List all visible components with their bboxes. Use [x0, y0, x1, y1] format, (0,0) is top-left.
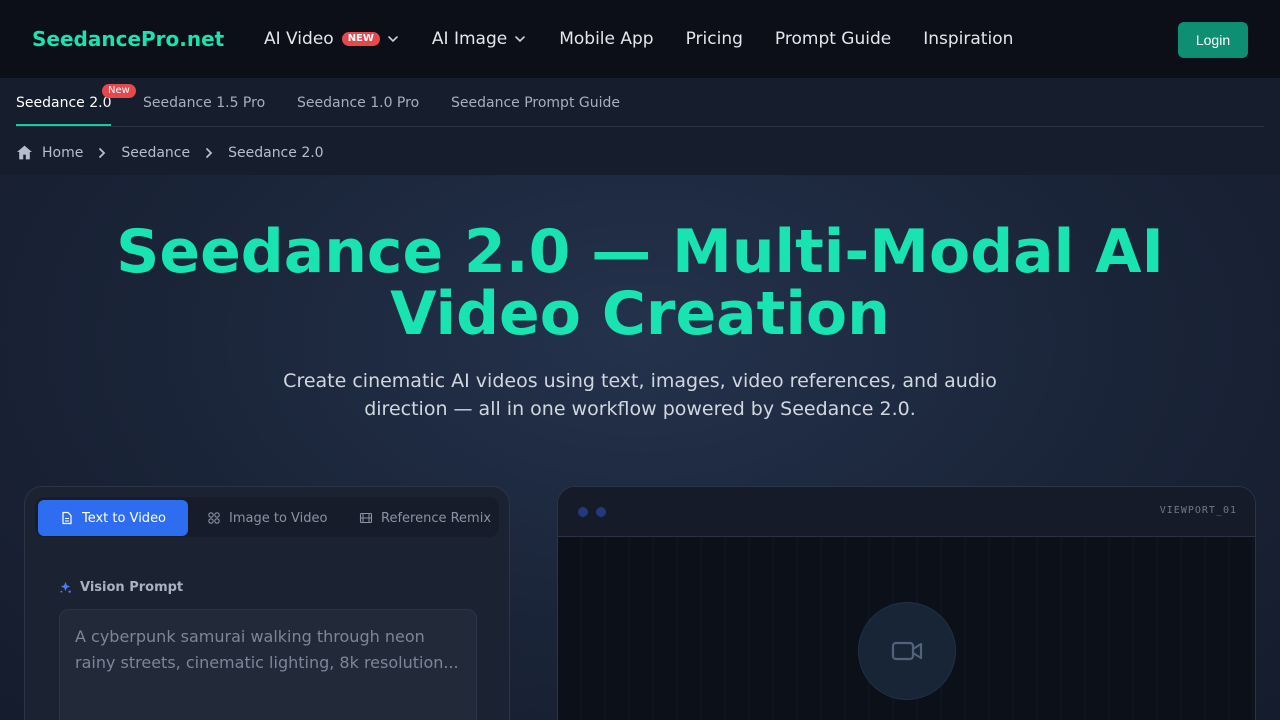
nav-item-ai-image[interactable]: AI Image: [432, 28, 527, 50]
new-badge: New: [102, 84, 136, 98]
model-tabs: Seedance 2.0 New Seedance 1.5 Pro Seedan…: [16, 78, 1264, 127]
video-preview-area: [558, 538, 1255, 720]
window-dot: [578, 507, 588, 517]
breadcrumb-seedance[interactable]: Seedance: [121, 145, 190, 161]
breadcrumb-home[interactable]: Home: [42, 145, 83, 161]
nav-item-label: Mobile App: [559, 29, 654, 49]
nav-item-prompt-guide[interactable]: Prompt Guide: [775, 28, 891, 50]
prompt-label-text: Vision Prompt: [80, 580, 184, 595]
main-nav: AI Video NEW AI Image Mobile App Pricing…: [264, 28, 1045, 50]
tab-seedance-1-5-pro[interactable]: Seedance 1.5 Pro: [143, 95, 265, 111]
nav-item-ai-video[interactable]: AI Video NEW: [264, 28, 400, 50]
brand-logo[interactable]: SeedancePro.net: [32, 27, 224, 51]
nav-item-label: Prompt Guide: [774, 29, 892, 49]
document-icon: [62, 511, 72, 525]
sparkle-icon: [60, 581, 71, 593]
viewport-label: VIEWPORT_01: [1159, 505, 1237, 516]
tab-label: Text to Video: [81, 510, 167, 526]
film-icon: [359, 512, 373, 524]
breadcrumb-current: Seedance 2.0: [228, 144, 324, 161]
login-button[interactable]: Login: [1178, 22, 1248, 58]
nav-item-label: Pricing: [685, 29, 743, 49]
nav-item-label: AI Image: [431, 29, 508, 49]
breadcrumb: Home Seedance Seedance 2.0: [16, 144, 324, 161]
grid-icon: [208, 512, 220, 524]
top-navbar: SeedancePro.net AI Video NEW AI Image Mo…: [0, 0, 1280, 78]
tab-image-to-video[interactable]: Image to Video: [207, 500, 327, 536]
hero-section: Seedance 2.0 — Multi-Modal AI Video Crea…: [0, 175, 1280, 720]
tab-label: Reference Remix: [381, 510, 492, 526]
page-subtitle: Create cinematic AI videos using text, i…: [283, 370, 997, 420]
new-badge: NEW: [341, 32, 380, 46]
nav-item-pricing[interactable]: Pricing: [686, 28, 743, 50]
viewport-panel: VIEWPORT_01: [557, 486, 1256, 720]
nav-item-mobile-app[interactable]: Mobile App: [559, 28, 653, 50]
window-dot: [596, 507, 606, 517]
chevron-right-icon: [206, 147, 213, 158]
tab-seedance-prompt-guide[interactable]: Seedance Prompt Guide: [451, 95, 620, 111]
chevron-right-icon: [99, 147, 106, 158]
nav-item-label: AI Video: [264, 29, 334, 49]
page-title: Seedance 2.0 — Multi-Modal AI Video Crea…: [116, 217, 1164, 349]
video-placeholder: [858, 602, 956, 700]
prompt-label: Vision Prompt: [59, 580, 183, 595]
active-tab-underline: [16, 124, 111, 126]
video-camera-icon: [891, 641, 923, 661]
tab-seedance-2-0[interactable]: Seedance 2.0: [16, 95, 111, 111]
tab-reference-remix[interactable]: Reference Remix: [359, 500, 491, 536]
nav-item-inspiration[interactable]: Inspiration: [923, 28, 1013, 50]
tab-label: Image to Video: [229, 510, 328, 526]
mode-tabs: Text to Video Image to Video Reference R…: [35, 497, 499, 537]
chevron-down-icon: [388, 36, 398, 43]
home-icon[interactable]: [16, 144, 33, 161]
viewport-header: VIEWPORT_01: [558, 487, 1255, 537]
creator-panel: Text to Video Image to Video Reference R…: [24, 486, 510, 720]
vision-prompt-input[interactable]: [59, 609, 477, 720]
tab-text-to-video[interactable]: Text to Video: [38, 500, 188, 536]
sub-navbar: Seedance 2.0 New Seedance 1.5 Pro Seedan…: [0, 78, 1280, 175]
nav-item-label: Inspiration: [923, 29, 1014, 49]
tab-seedance-1-0-pro[interactable]: Seedance 1.0 Pro: [297, 95, 419, 111]
chevron-down-icon: [515, 36, 526, 43]
